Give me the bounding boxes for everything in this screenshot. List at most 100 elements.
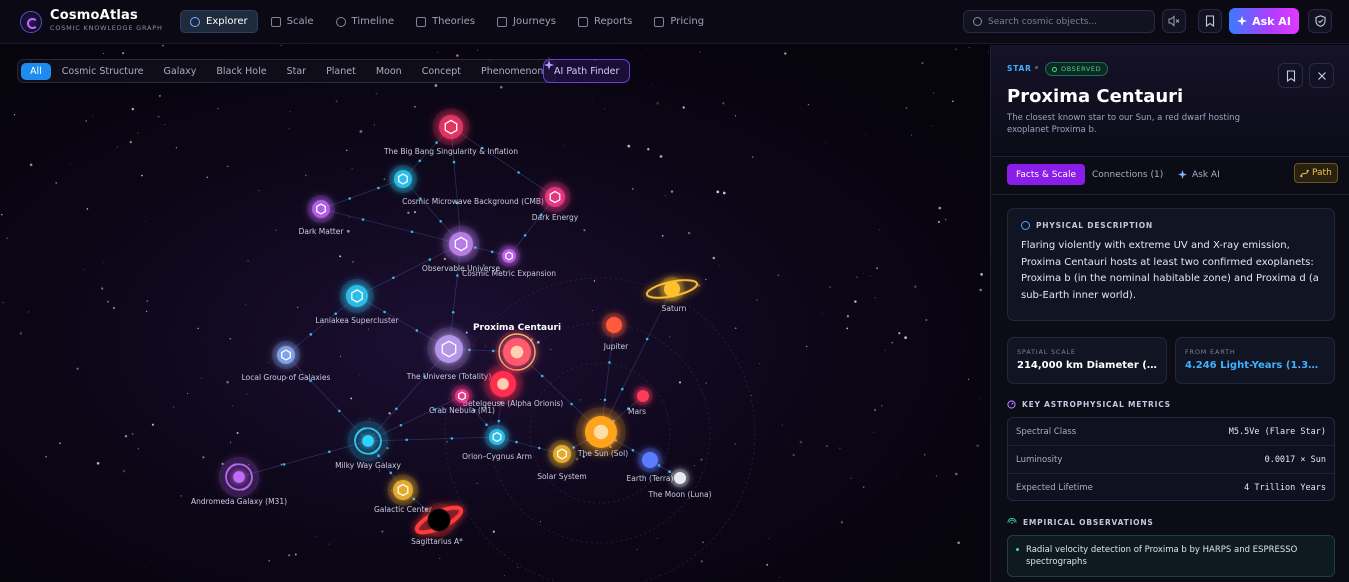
node-label: The Moon (Luna) <box>647 490 711 499</box>
background-star <box>515 164 517 166</box>
background-star <box>700 560 703 563</box>
background-star <box>348 216 350 218</box>
graph-node-galcenter[interactable]: Galactic Center <box>374 474 433 515</box>
edge-particle <box>334 312 338 316</box>
nav-pricing[interactable]: Pricing <box>645 10 713 33</box>
background-star <box>636 548 638 550</box>
background-star <box>465 331 468 334</box>
search-input[interactable] <box>988 16 1148 27</box>
graph-svg[interactable]: The Big Bang Singularity & Inflation Cosm… <box>0 45 990 582</box>
nav-reports[interactable]: Reports <box>569 10 641 33</box>
graph-node-universe[interactable]: The Universe (Totality) <box>406 327 492 381</box>
background-star <box>315 536 318 538</box>
graph-node-saturn[interactable]: Saturn <box>645 276 699 313</box>
node-label: The Sun (Sol) <box>577 449 628 458</box>
background-star <box>759 363 761 365</box>
bookmarks-button[interactable] <box>1198 9 1222 33</box>
node-label: Proxima Centauri <box>473 323 561 333</box>
filter-planet[interactable]: Planet <box>317 63 365 80</box>
background-star <box>768 538 770 540</box>
ai-path-finder-button[interactable]: AI Path Finder <box>543 59 631 83</box>
node-label: Jupiter <box>603 342 629 351</box>
filter-phenomenon[interactable]: Phenomenon <box>472 63 552 80</box>
graph-node-mars[interactable]: Mars <box>628 386 653 416</box>
background-star <box>687 231 691 235</box>
background-star <box>955 48 957 50</box>
background-star <box>659 155 663 158</box>
graph-node-andromeda[interactable]: Andromeda Galaxy (M31) <box>191 456 287 506</box>
graph-node-milkyway[interactable]: Milky Way Galaxy <box>335 420 401 470</box>
background-star <box>604 108 606 110</box>
node-core <box>489 429 505 445</box>
background-star <box>351 260 355 263</box>
background-star <box>485 345 486 347</box>
background-star <box>627 144 631 148</box>
filter-moon[interactable]: Moon <box>367 63 411 80</box>
edge-particle <box>392 276 395 280</box>
nav-label: Theories <box>432 16 476 27</box>
path-button[interactable]: Path <box>1294 163 1338 183</box>
cosmoatlas-logo-icon[interactable] <box>20 11 42 33</box>
graph-node-solarsystem[interactable]: Solar System <box>537 440 587 481</box>
filter-star[interactable]: Star <box>278 63 315 80</box>
graph-node-localgroup[interactable]: Local Group of Galaxies <box>242 341 331 382</box>
background-star <box>446 441 448 443</box>
close-panel-button[interactable] <box>1309 63 1334 88</box>
graph-node-proxima[interactable]: Proxima Centauri <box>473 323 561 374</box>
nav-explorer[interactable]: Explorer <box>180 10 258 33</box>
tab-ask-ai[interactable]: Ask AI <box>1169 164 1229 185</box>
graph-node-darkmatter[interactable]: Dark Matter <box>299 195 345 236</box>
graph-node-cmb[interactable]: Cosmic Microwave Background (CMB) <box>389 165 544 206</box>
metric-value: 0.0017 × Sun <box>1264 454 1326 465</box>
graph-node-laniakea[interactable]: Laniakea Supercluster <box>315 278 400 325</box>
edge-particle <box>497 419 501 423</box>
filter-all[interactable]: All <box>21 62 51 80</box>
graph-node-observable[interactable]: Observable Universe <box>422 225 501 273</box>
filter-galaxy[interactable]: Galaxy <box>155 63 206 80</box>
planet-icon <box>637 390 649 402</box>
nav-label: Journeys <box>513 16 557 27</box>
background-star <box>83 269 85 271</box>
graph-node-orion[interactable]: Orion–Cygnus Arm <box>462 424 532 461</box>
background-star <box>766 563 769 566</box>
nav-journeys[interactable]: Journeys <box>488 10 565 33</box>
edge-particle <box>645 337 649 341</box>
speaker-muted-icon <box>1168 15 1180 27</box>
filter-cosmic-structure[interactable]: Cosmic Structure <box>53 63 153 80</box>
background-star <box>383 178 385 180</box>
background-star <box>175 147 178 149</box>
edge-particle <box>399 423 403 427</box>
background-star <box>456 54 459 57</box>
knowledge-graph-canvas[interactable]: The Big Bang Singularity & Inflation Cosm… <box>0 45 990 582</box>
edge-particle <box>451 310 455 314</box>
filter-black-hole[interactable]: Black Hole <box>207 63 275 80</box>
section-label: KEY ASTROPHYSICAL METRICS <box>1022 400 1171 409</box>
nav-scale[interactable]: Scale <box>262 10 323 33</box>
tab-connections[interactable]: Connections (1) <box>1083 164 1172 185</box>
object-summary: The closest known star to our Sun, a red… <box>1007 113 1240 136</box>
background-star <box>103 261 105 263</box>
ask-ai-button[interactable]: Ask AI <box>1229 8 1299 34</box>
nav-theories[interactable]: Theories <box>407 10 484 33</box>
background-star <box>59 442 61 445</box>
graph-node-jupiter[interactable]: Jupiter <box>601 312 630 351</box>
mute-button[interactable] <box>1162 9 1186 33</box>
background-star <box>856 276 858 279</box>
node-label: The Big Bang Singularity & Inflation <box>383 147 518 156</box>
graph-node-earth[interactable]: Earth (Terra) <box>627 447 674 483</box>
tab-facts-scale[interactable]: Facts & Scale <box>1007 164 1085 185</box>
edge-particle <box>537 446 541 450</box>
graph-node-bigbang[interactable]: The Big Bang Singularity & Inflation <box>383 108 518 156</box>
nav-timeline[interactable]: Timeline <box>327 10 404 33</box>
metric-key: Luminosity <box>1016 454 1063 465</box>
account-button[interactable] <box>1308 9 1332 33</box>
filter-concept[interactable]: Concept <box>413 63 470 80</box>
bookmark-object-button[interactable] <box>1278 63 1303 88</box>
section-label: PHYSICAL DESCRIPTION <box>1036 221 1153 230</box>
graph-node-sun[interactable]: The Sun (Sol) <box>576 407 628 458</box>
search-box[interactable] <box>963 10 1155 33</box>
background-star <box>246 393 248 395</box>
background-star <box>694 464 696 467</box>
nav-label: Pricing <box>670 16 705 27</box>
background-star <box>217 108 219 110</box>
